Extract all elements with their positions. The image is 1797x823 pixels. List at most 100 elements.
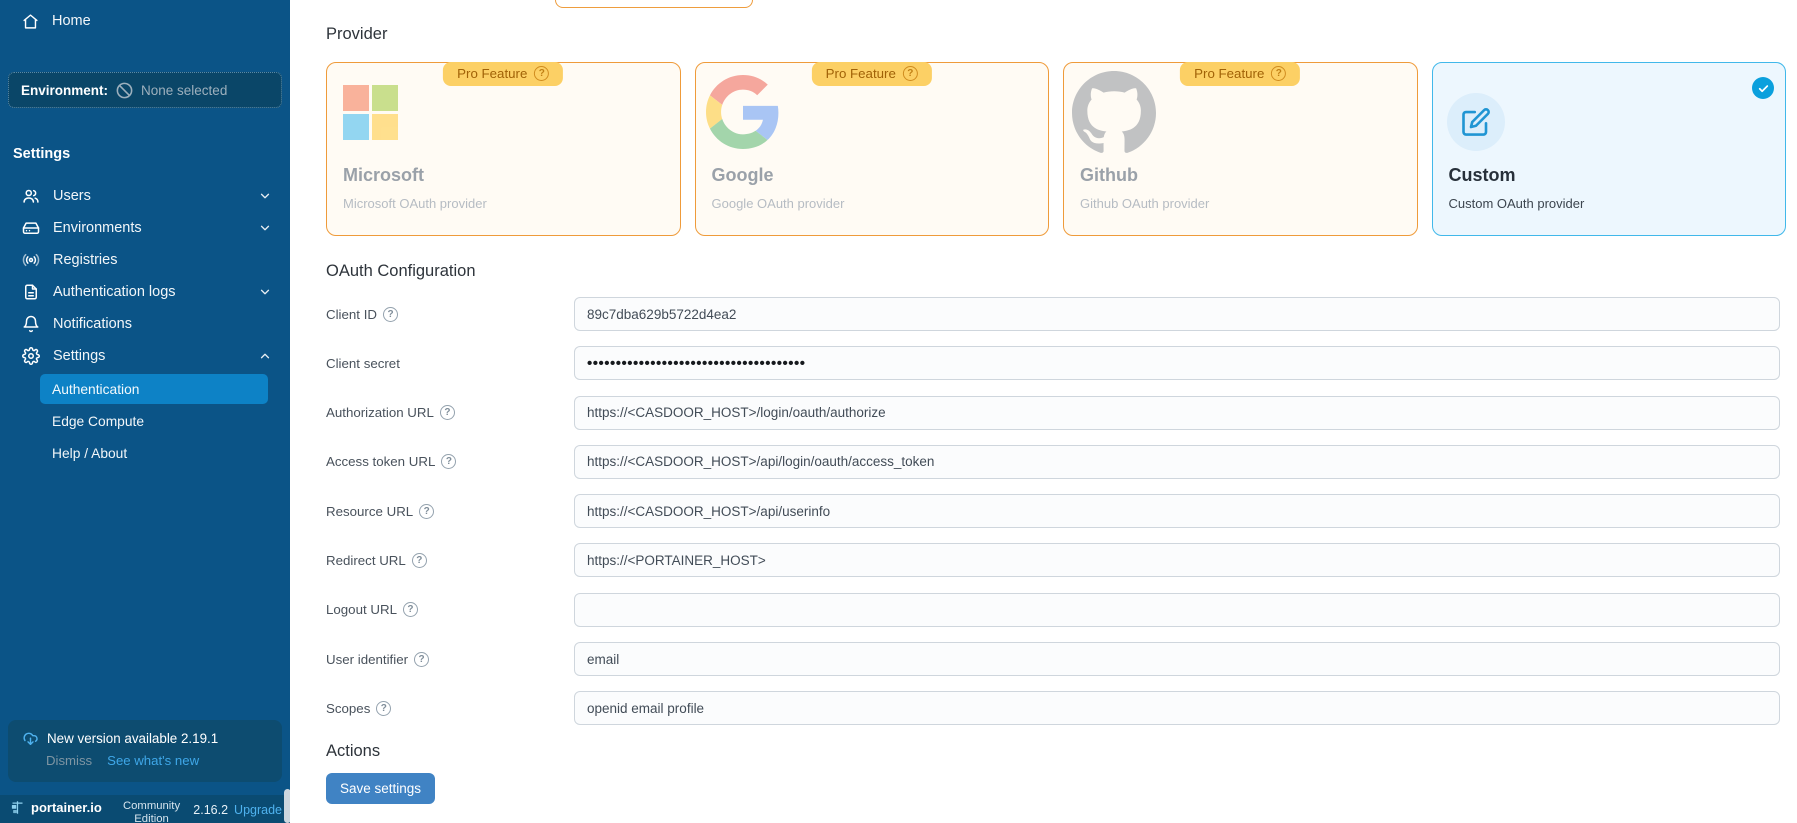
sidebar-nav: Users Environments Registries Authentica… (0, 180, 290, 372)
user-identifier-label: User identifier ? (326, 652, 574, 667)
scopes-label: Scopes ? (326, 701, 574, 716)
user-identifier-input[interactable] (574, 642, 1780, 676)
pro-badge-label: Pro Feature (1194, 66, 1264, 81)
nav-label: Authentication logs (53, 284, 176, 300)
help-icon[interactable]: ? (383, 307, 398, 322)
see-whats-new-link[interactable]: See what's new (107, 753, 199, 768)
provider-card-custom[interactable]: Custom Custom OAuth provider (1432, 62, 1787, 236)
subnav-label: Authentication (52, 382, 139, 397)
help-icon[interactable]: ? (1271, 66, 1286, 81)
subnav-item-help-about[interactable]: Help / About (40, 438, 268, 468)
help-icon[interactable]: ? (440, 405, 455, 420)
brand-label: portainer.io (31, 800, 102, 815)
main-content: Provider Pro Feature ? Microsoft Microso… (290, 0, 1797, 823)
nav-label: Registries (53, 252, 117, 268)
authorization-url-input[interactable] (574, 396, 1780, 430)
help-icon[interactable]: ? (414, 652, 429, 667)
cloud-download-icon (22, 730, 39, 747)
dismiss-link[interactable]: Dismiss (46, 753, 92, 768)
oauth-form: Client ID ? Client secret Authorization … (326, 297, 1780, 741)
card-title: Google (712, 165, 774, 186)
client-id-input[interactable] (574, 297, 1780, 331)
upgrade-link[interactable]: Upgrade (234, 803, 282, 817)
form-row: Redirect URL ? (326, 543, 1780, 577)
nav-label: Settings (53, 348, 105, 364)
sidebar-item-registries[interactable]: Registries (0, 244, 290, 276)
environment-selector[interactable]: Environment: None selected (8, 72, 282, 108)
redirect-url-label: Redirect URL ? (326, 553, 574, 568)
save-settings-button[interactable]: Save settings (326, 773, 435, 804)
form-row: Client secret (326, 346, 1780, 380)
gear-icon (22, 347, 40, 365)
nav-label: Environments (53, 220, 142, 236)
resource-url-label: Resource URL ? (326, 504, 574, 519)
pro-feature-badge: Pro Feature ? (443, 62, 563, 86)
form-row: Resource URL ? (326, 494, 1780, 528)
chevron-down-icon (258, 221, 272, 235)
provider-card-google[interactable]: Pro Feature ? Google Google OAuth provid… (695, 62, 1050, 236)
update-message: New version available 2.19.1 (47, 731, 218, 746)
form-row: User identifier ? (326, 642, 1780, 676)
actions-section-title: Actions (326, 742, 380, 761)
help-icon[interactable]: ? (903, 66, 918, 81)
pro-feature-badge: Pro Feature ? (812, 62, 932, 86)
nav-label: Users (53, 188, 91, 204)
subnav-item-authentication[interactable]: Authentication (40, 374, 268, 404)
form-row: Scopes ? (326, 691, 1780, 725)
provider-card-microsoft[interactable]: Pro Feature ? Microsoft Microsoft OAuth … (326, 62, 681, 236)
access-token-url-input[interactable] (574, 445, 1780, 479)
client-secret-label: Client secret (326, 356, 574, 371)
settings-subnav: Authentication Edge Compute Help / About (0, 374, 290, 470)
logout-url-input[interactable] (574, 593, 1780, 627)
help-icon[interactable]: ? (403, 602, 418, 617)
clipped-top-panel (555, 0, 753, 8)
sidebar-section-title: Settings (13, 146, 70, 162)
home-label: Home (52, 13, 91, 29)
chevron-down-icon (258, 189, 272, 203)
redirect-url-input[interactable] (574, 543, 1780, 577)
client-secret-input[interactable] (574, 346, 1780, 380)
oauth-section-title: OAuth Configuration (326, 262, 476, 281)
provider-section-title: Provider (326, 25, 387, 44)
pro-badge-label: Pro Feature (457, 66, 527, 81)
scopes-input[interactable] (574, 691, 1780, 725)
form-row: Client ID ? (326, 297, 1780, 331)
portainer-brand[interactable]: portainer.io (10, 800, 102, 815)
sidebar-item-environments[interactable]: Environments (0, 212, 290, 244)
custom-edit-icon (1447, 93, 1505, 151)
subnav-item-edge-compute[interactable]: Edge Compute (40, 406, 268, 436)
card-title: Github (1080, 165, 1138, 186)
selected-check-icon (1752, 77, 1774, 99)
provider-cards: Pro Feature ? Microsoft Microsoft OAuth … (326, 62, 1786, 236)
card-description: Google OAuth provider (712, 196, 845, 211)
subnav-label: Edge Compute (52, 414, 144, 429)
card-title: Custom (1449, 165, 1516, 186)
pro-badge-label: Pro Feature (826, 66, 896, 81)
form-row: Authorization URL ? (326, 396, 1780, 430)
client-id-label: Client ID ? (326, 307, 574, 322)
home-icon (22, 13, 39, 30)
help-icon[interactable]: ? (419, 504, 434, 519)
github-logo-icon (1072, 71, 1156, 155)
sidebar-item-notifications[interactable]: Notifications (0, 308, 290, 340)
sidebar-item-users[interactable]: Users (0, 180, 290, 212)
help-icon[interactable]: ? (534, 66, 549, 81)
provider-card-github[interactable]: Pro Feature ? Github Github OAuth provid… (1063, 62, 1418, 236)
card-description: Custom OAuth provider (1449, 196, 1585, 211)
chevron-up-icon (258, 349, 272, 363)
environment-value: None selected (141, 83, 227, 98)
access-token-url-label: Access token URL ? (326, 454, 574, 469)
help-icon[interactable]: ? (441, 454, 456, 469)
nav-label: Notifications (53, 316, 132, 332)
help-icon[interactable]: ? (412, 553, 427, 568)
sidebar: Home Environment: None selected Settings… (0, 0, 290, 823)
resource-url-input[interactable] (574, 494, 1780, 528)
users-icon (22, 187, 40, 205)
file-text-icon (22, 283, 40, 301)
help-icon[interactable]: ? (376, 701, 391, 716)
sidebar-item-authentication-logs[interactable]: Authentication logs (0, 276, 290, 308)
sidebar-item-home[interactable]: Home (0, 4, 290, 38)
sidebar-item-settings[interactable]: Settings (0, 340, 290, 372)
environments-icon (22, 219, 40, 237)
authorization-url-label: Authorization URL ? (326, 405, 574, 420)
